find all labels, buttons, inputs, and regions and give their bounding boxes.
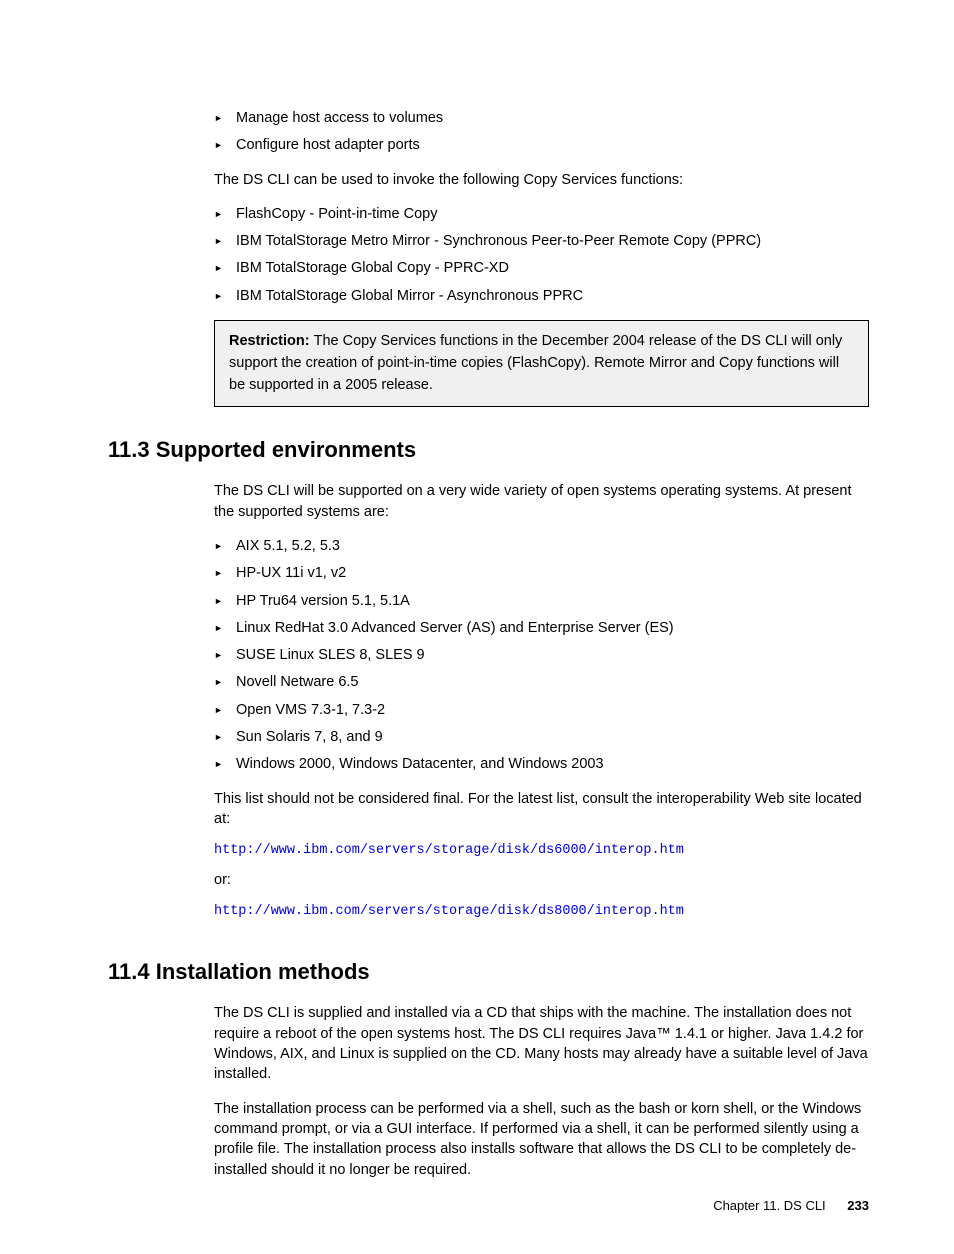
interop-link-ds8000[interactable]: http://www.ibm.com/servers/storage/disk/… (214, 904, 869, 919)
restriction-text: The Copy Services functions in the Decem… (229, 333, 842, 393)
section-heading-11-3: 11.3 Supported environments (108, 437, 869, 463)
interop-link-ds6000[interactable]: http://www.ibm.com/servers/storage/disk/… (214, 843, 869, 858)
list-item: Novell Netware 6.5 (214, 672, 869, 692)
page-number: 233 (847, 1198, 869, 1213)
list-item: Manage host access to volumes (214, 108, 869, 128)
list-item: HP Tru64 version 5.1, 5.1A (214, 591, 869, 611)
environments-list: AIX 5.1, 5.2, 5.3 HP-UX 11i v1, v2 HP Tr… (214, 536, 869, 775)
list-item: Linux RedHat 3.0 Advanced Server (AS) an… (214, 618, 869, 638)
chapter-label: Chapter 11. DS CLI (713, 1198, 825, 1213)
list-item: IBM TotalStorage Metro Mirror - Synchron… (214, 231, 869, 251)
list-item: Open VMS 7.3-1, 7.3-2 (214, 700, 869, 720)
restriction-label: Restriction: (229, 333, 314, 349)
section-heading-11-4: 11.4 Installation methods (108, 959, 869, 985)
section-11-3-intro: The DS CLI will be supported on a very w… (214, 481, 869, 522)
section-11-4-para1: The DS CLI is supplied and installed via… (214, 1003, 869, 1084)
top-bullet-list: Manage host access to volumes Configure … (214, 108, 869, 156)
interop-note: This list should not be considered final… (214, 789, 869, 830)
list-item: IBM TotalStorage Global Mirror - Asynchr… (214, 286, 869, 306)
list-item: AIX 5.1, 5.2, 5.3 (214, 536, 869, 556)
section-11-4-para2: The installation process can be performe… (214, 1099, 869, 1180)
list-item: HP-UX 11i v1, v2 (214, 563, 869, 583)
intro-paragraph: The DS CLI can be used to invoke the fol… (214, 170, 869, 190)
list-item: Windows 2000, Windows Datacenter, and Wi… (214, 754, 869, 774)
list-item: SUSE Linux SLES 8, SLES 9 (214, 645, 869, 665)
or-text: or: (214, 870, 869, 890)
list-item: Sun Solaris 7, 8, and 9 (214, 727, 869, 747)
copy-services-list: FlashCopy - Point-in-time Copy IBM Total… (214, 204, 869, 306)
list-item: Configure host adapter ports (214, 135, 869, 155)
list-item: FlashCopy - Point-in-time Copy (214, 204, 869, 224)
page-footer: Chapter 11. DS CLI 233 (713, 1198, 869, 1213)
restriction-note-box: Restriction: The Copy Services functions… (214, 320, 869, 407)
list-item: IBM TotalStorage Global Copy - PPRC-XD (214, 258, 869, 278)
